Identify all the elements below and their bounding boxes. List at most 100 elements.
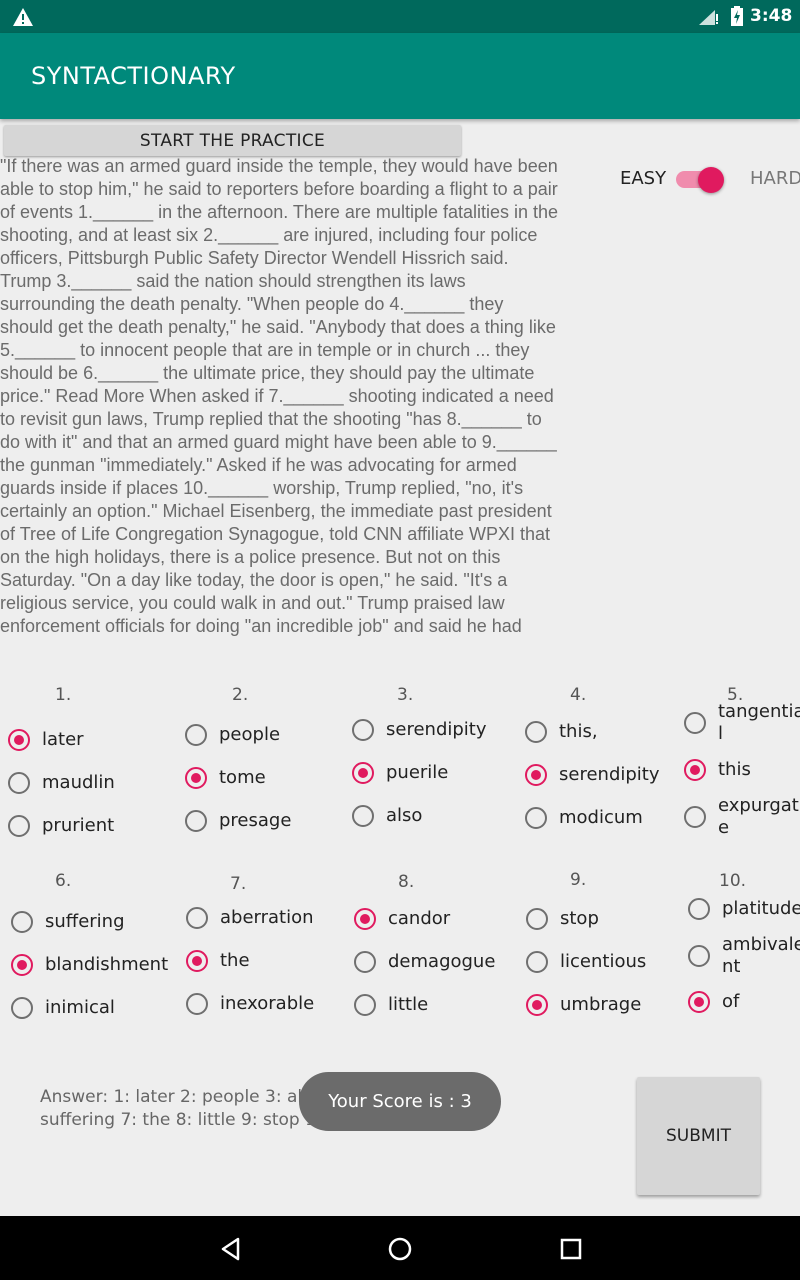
radio-unchecked-icon[interactable] bbox=[525, 807, 547, 829]
radio-unchecked-icon[interactable] bbox=[354, 994, 376, 1016]
option-label: aberration bbox=[220, 907, 314, 928]
signal-icon bbox=[699, 10, 718, 25]
option-label: candor bbox=[388, 908, 451, 929]
home-icon[interactable] bbox=[387, 1236, 413, 1262]
question-1-option-2[interactable]: maudlin bbox=[8, 772, 115, 794]
option-label: of bbox=[722, 991, 740, 1012]
easy-label: EASY bbox=[620, 168, 667, 189]
start-practice-button[interactable]: START THE PRACTICE bbox=[4, 125, 461, 156]
option-label: ambivale nt bbox=[722, 934, 800, 977]
question-5-option-1[interactable]: tangentia l bbox=[684, 701, 800, 745]
option-label: puerile bbox=[386, 762, 449, 783]
difficulty-switch[interactable] bbox=[676, 166, 728, 194]
radio-checked-icon[interactable] bbox=[11, 954, 33, 976]
radio-checked-icon[interactable] bbox=[354, 908, 376, 930]
question-3-option-1[interactable]: serendipity bbox=[352, 719, 487, 741]
question-1-option-1[interactable]: later bbox=[8, 729, 84, 751]
question-7-option-2[interactable]: the bbox=[186, 950, 250, 972]
question-7-option-3[interactable]: inexorable bbox=[186, 993, 314, 1015]
option-label: inexorable bbox=[220, 993, 315, 1014]
radio-unchecked-icon[interactable] bbox=[186, 993, 208, 1015]
radio-unchecked-icon[interactable] bbox=[11, 911, 33, 933]
question-8-option-1[interactable]: candor bbox=[354, 908, 450, 930]
option-label: inimical bbox=[45, 997, 115, 1018]
question-6-number: 6. bbox=[55, 871, 72, 891]
option-label: the bbox=[220, 950, 250, 971]
option-label: prurient bbox=[42, 815, 115, 836]
question-5-option-2[interactable]: this bbox=[684, 759, 751, 781]
radio-unchecked-icon[interactable] bbox=[185, 810, 207, 832]
question-8-option-2[interactable]: demagogue bbox=[354, 951, 495, 973]
option-label: platitude bbox=[722, 898, 800, 919]
question-7-number: 7. bbox=[230, 874, 247, 894]
radio-unchecked-icon[interactable] bbox=[688, 898, 710, 920]
radio-checked-icon[interactable] bbox=[525, 764, 547, 786]
question-8-option-3[interactable]: little bbox=[354, 994, 428, 1016]
question-6-option-1[interactable]: suffering bbox=[11, 911, 125, 933]
question-2-option-1[interactable]: people bbox=[185, 724, 280, 746]
radio-unchecked-icon[interactable] bbox=[354, 951, 376, 973]
radio-unchecked-icon[interactable] bbox=[526, 951, 548, 973]
option-label: umbrage bbox=[560, 994, 642, 1015]
option-label: this, bbox=[559, 721, 598, 742]
app-bar: SYNTACTIONARY bbox=[0, 33, 800, 119]
question-10-option-2[interactable]: ambivale nt bbox=[688, 934, 800, 978]
radio-checked-icon[interactable] bbox=[526, 994, 548, 1016]
option-label: later bbox=[42, 729, 84, 750]
question-3-option-3[interactable]: also bbox=[352, 805, 422, 827]
radio-unchecked-icon[interactable] bbox=[8, 772, 30, 794]
status-bar: 3:48 bbox=[0, 0, 800, 33]
question-1-option-3[interactable]: prurient bbox=[8, 815, 114, 837]
question-4-number: 4. bbox=[570, 685, 587, 705]
question-9-option-3[interactable]: umbrage bbox=[526, 994, 641, 1016]
radio-unchecked-icon[interactable] bbox=[185, 724, 207, 746]
radio-unchecked-icon[interactable] bbox=[8, 815, 30, 837]
radio-unchecked-icon[interactable] bbox=[526, 908, 548, 930]
hard-label: HARD bbox=[750, 168, 800, 189]
question-10-option-3[interactable]: of bbox=[688, 991, 739, 1013]
question-9-option-1[interactable]: stop bbox=[526, 908, 599, 930]
question-4-option-2[interactable]: serendipity bbox=[525, 764, 660, 786]
option-label: stop bbox=[560, 908, 599, 929]
switch-thumb bbox=[698, 167, 724, 193]
option-label: tangentia l bbox=[718, 701, 800, 744]
radio-unchecked-icon[interactable] bbox=[684, 712, 706, 734]
passage-text: "If there was an armed guard inside the … bbox=[0, 156, 559, 636]
radio-unchecked-icon[interactable] bbox=[186, 907, 208, 929]
question-6-option-3[interactable]: inimical bbox=[11, 997, 115, 1019]
question-4-option-3[interactable]: modicum bbox=[525, 807, 643, 829]
navigation-bar bbox=[0, 1216, 800, 1280]
question-7-option-1[interactable]: aberration bbox=[186, 907, 314, 929]
radio-checked-icon[interactable] bbox=[8, 729, 30, 751]
radio-unchecked-icon[interactable] bbox=[11, 997, 33, 1019]
option-label: people bbox=[219, 724, 281, 745]
option-label: presage bbox=[219, 810, 292, 831]
radio-checked-icon[interactable] bbox=[688, 991, 710, 1013]
radio-checked-icon[interactable] bbox=[186, 950, 208, 972]
radio-unchecked-icon[interactable] bbox=[525, 721, 547, 743]
radio-unchecked-icon[interactable] bbox=[688, 945, 710, 967]
recents-icon[interactable] bbox=[558, 1236, 584, 1262]
question-10-option-1[interactable]: platitude bbox=[688, 898, 800, 920]
question-4-option-1[interactable]: this, bbox=[525, 721, 598, 743]
option-label: expurgat e bbox=[718, 795, 799, 838]
radio-checked-icon[interactable] bbox=[185, 767, 207, 789]
radio-checked-icon[interactable] bbox=[684, 759, 706, 781]
question-6-option-2[interactable]: blandishment bbox=[11, 954, 168, 976]
option-label: tome bbox=[219, 767, 266, 788]
radio-unchecked-icon[interactable] bbox=[352, 805, 374, 827]
warning-icon bbox=[13, 8, 33, 26]
question-5-option-3[interactable]: expurgat e bbox=[684, 795, 799, 839]
question-3-option-2[interactable]: puerile bbox=[352, 762, 448, 784]
back-icon[interactable] bbox=[218, 1236, 244, 1262]
radio-unchecked-icon[interactable] bbox=[352, 719, 374, 741]
radio-checked-icon[interactable] bbox=[352, 762, 374, 784]
question-9-option-2[interactable]: licentious bbox=[526, 951, 646, 973]
question-9-number: 9. bbox=[570, 870, 587, 890]
question-2-option-3[interactable]: presage bbox=[185, 810, 291, 832]
option-label: suffering bbox=[45, 911, 125, 932]
submit-button[interactable]: SUBMIT bbox=[637, 1077, 760, 1195]
radio-unchecked-icon[interactable] bbox=[684, 806, 706, 828]
option-label: also bbox=[386, 805, 423, 826]
question-2-option-2[interactable]: tome bbox=[185, 767, 266, 789]
